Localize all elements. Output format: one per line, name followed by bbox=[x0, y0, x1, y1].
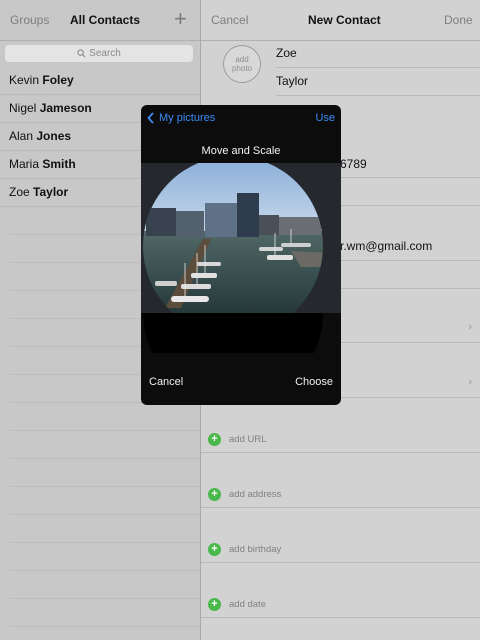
contact-first-name: Kevin bbox=[9, 73, 40, 87]
add-url-row[interactable]: + add URL bbox=[208, 432, 267, 446]
field-divider bbox=[201, 507, 480, 508]
contact-last-name: Foley bbox=[42, 73, 74, 87]
add-birthday-row[interactable]: + add birthday bbox=[208, 542, 281, 556]
add-contact-button[interactable]: + bbox=[174, 6, 187, 32]
chevron-right-icon[interactable]: › bbox=[468, 321, 472, 333]
add-address-row[interactable]: + add address bbox=[208, 487, 281, 501]
field-divider bbox=[201, 617, 480, 618]
move-and-scale-popover: My pictures Use Move and Scale Cancel Ch… bbox=[141, 105, 341, 405]
add-green-icon: + bbox=[208, 487, 221, 501]
contact-row[interactable]: Kevin Foley bbox=[0, 67, 200, 95]
empty-row bbox=[9, 543, 200, 571]
contact-last-name: Jameson bbox=[39, 101, 92, 115]
contact-last-name: Smith bbox=[42, 157, 76, 171]
add-green-icon: + bbox=[208, 542, 221, 556]
add-url-label: add URL bbox=[229, 433, 267, 445]
harbor-photo-image[interactable] bbox=[141, 163, 341, 353]
field-divider bbox=[276, 67, 480, 68]
contact-first-name: Nigel bbox=[9, 101, 37, 115]
add-photo-label: add photo bbox=[231, 55, 253, 73]
contact-last-name: Jones bbox=[36, 129, 72, 143]
field-divider bbox=[340, 177, 480, 178]
empty-row bbox=[9, 459, 200, 487]
contact-first-name: Maria bbox=[9, 157, 40, 171]
my-pictures-back-button[interactable]: My pictures bbox=[147, 112, 215, 124]
search-input[interactable]: Search bbox=[5, 45, 193, 62]
field-divider bbox=[340, 342, 480, 343]
choose-button[interactable]: Choose bbox=[295, 376, 333, 388]
new-contact-navbar: Cancel New Contact Done bbox=[201, 0, 480, 41]
my-pictures-label: My pictures bbox=[159, 112, 216, 124]
last-name-field[interactable]: Taylor bbox=[276, 74, 308, 88]
done-button[interactable]: Done bbox=[444, 13, 473, 27]
first-name-field[interactable]: Zoe bbox=[276, 46, 297, 60]
add-green-icon: + bbox=[208, 432, 221, 446]
add-address-label: add address bbox=[229, 488, 282, 500]
field-divider bbox=[276, 95, 480, 96]
add-birthday-label: add birthday bbox=[229, 543, 282, 555]
empty-row bbox=[9, 515, 200, 543]
add-date-label: add date bbox=[229, 598, 266, 610]
add-green-icon: + bbox=[208, 597, 221, 611]
move-and-scale-title: Move and Scale bbox=[201, 145, 281, 157]
empty-row bbox=[9, 487, 200, 515]
field-divider bbox=[340, 260, 480, 261]
all-contacts-title: All Contacts bbox=[70, 13, 141, 27]
contacts-navbar: Groups All Contacts + bbox=[0, 0, 200, 41]
field-divider bbox=[201, 562, 480, 563]
field-divider bbox=[201, 452, 480, 453]
empty-row bbox=[9, 599, 200, 627]
chevron-left-icon bbox=[147, 112, 154, 124]
empty-row bbox=[9, 403, 200, 431]
use-button[interactable]: Use bbox=[315, 112, 335, 124]
field-divider bbox=[340, 205, 480, 206]
phone-field[interactable]: 6789 bbox=[340, 157, 367, 171]
search-icon bbox=[77, 49, 86, 58]
chevron-right-icon[interactable]: › bbox=[468, 376, 472, 388]
cancel-button[interactable]: Cancel bbox=[211, 13, 248, 27]
contact-first-name: Zoe bbox=[9, 185, 30, 199]
empty-row bbox=[9, 571, 200, 599]
popover-cancel-button[interactable]: Cancel bbox=[149, 376, 183, 388]
field-divider bbox=[340, 288, 480, 289]
search-placeholder: Search bbox=[89, 48, 121, 59]
add-date-row[interactable]: + add date bbox=[208, 597, 266, 611]
groups-button[interactable]: Groups bbox=[10, 13, 49, 27]
contact-last-name: Taylor bbox=[33, 185, 69, 199]
add-photo-button[interactable]: add photo bbox=[223, 45, 261, 83]
contact-first-name: Alan bbox=[9, 129, 34, 143]
empty-row bbox=[9, 431, 200, 459]
new-contact-title: New Contact bbox=[308, 13, 381, 27]
email-field[interactable]: r.wm@gmail.com bbox=[340, 239, 432, 253]
